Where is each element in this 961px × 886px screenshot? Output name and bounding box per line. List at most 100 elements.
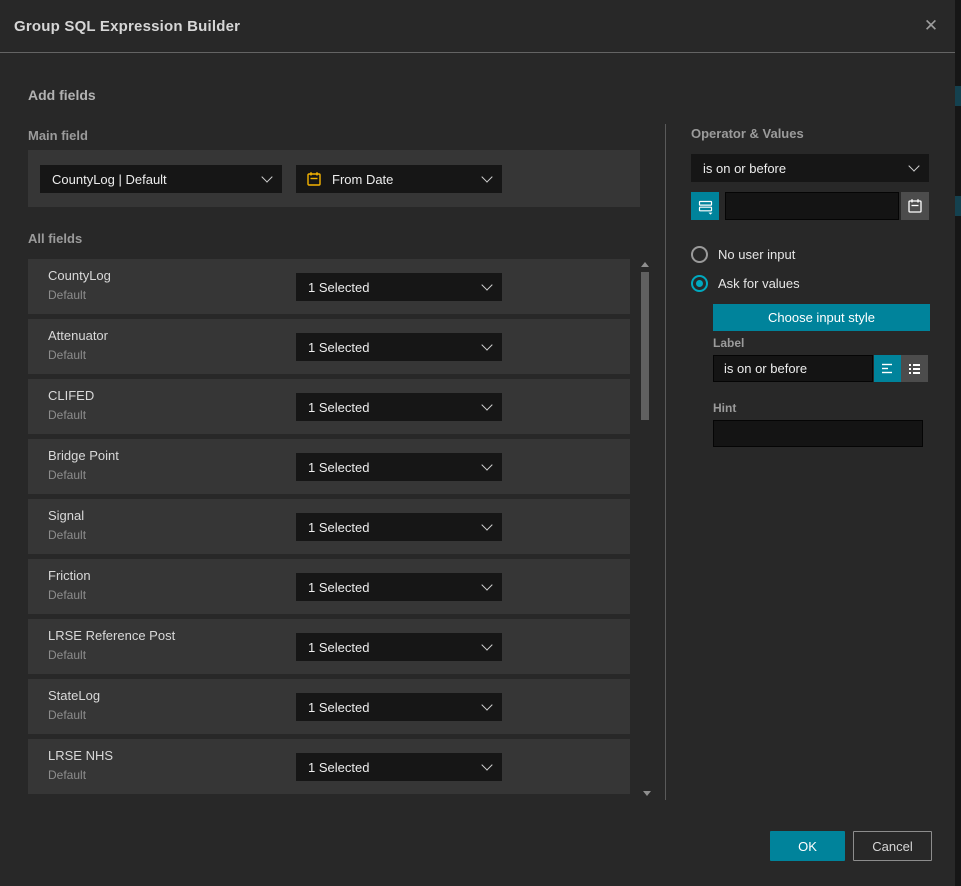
background-fragment [955, 196, 961, 216]
align-left-style-button[interactable] [874, 355, 901, 382]
operator-values-label: Operator & Values [691, 126, 804, 141]
scrollbar-thumb[interactable] [641, 272, 649, 420]
dialog-titlebar: Group SQL Expression Builder ✕ [0, 0, 955, 53]
cancel-button[interactable]: Cancel [853, 831, 932, 861]
field-selection-dropdown[interactable]: 1 Selected [296, 333, 502, 361]
close-icon[interactable]: ✕ [919, 14, 943, 38]
field-row: Friction Default 1 Selected [28, 559, 630, 614]
radio-ask-for-values[interactable]: Ask for values [691, 275, 800, 292]
field-row: CLIFED Default 1 Selected [28, 379, 630, 434]
radio-label: Ask for values [718, 276, 800, 291]
main-field-value: From Date [332, 172, 393, 187]
field-selection-dropdown[interactable]: 1 Selected [296, 273, 502, 301]
radio-no-user-input[interactable]: No user input [691, 246, 795, 263]
field-name: LRSE NHS [48, 748, 113, 763]
chevron-down-icon [481, 339, 492, 350]
chevron-down-icon [481, 519, 492, 530]
main-field-label: Main field [28, 128, 88, 143]
hint-field-label: Hint [713, 401, 736, 415]
field-layer: Default [48, 348, 86, 362]
field-row: LRSE NHS Default 1 Selected [28, 739, 630, 794]
value-input[interactable] [725, 192, 899, 220]
main-field-panel: CountyLog | Default From Date [28, 150, 640, 207]
main-layer-dropdown[interactable]: CountyLog | Default [40, 165, 282, 193]
field-layer: Default [48, 708, 86, 722]
align-left-icon [880, 361, 895, 376]
chevron-down-icon [481, 171, 492, 182]
field-row: LRSE Reference Post Default 1 Selected [28, 619, 630, 674]
field-name: StateLog [48, 688, 100, 703]
field-row: Signal Default 1 Selected [28, 499, 630, 554]
field-name: LRSE Reference Post [48, 628, 175, 643]
radio-selected-icon [691, 275, 708, 292]
main-layer-value: CountyLog | Default [52, 172, 167, 187]
field-selection-dropdown[interactable]: 1 Selected [296, 633, 502, 661]
field-selection-dropdown[interactable]: 1 Selected [296, 753, 502, 781]
chevron-down-icon [481, 399, 492, 410]
chevron-down-icon [481, 579, 492, 590]
selected-count: 1 Selected [308, 760, 369, 775]
field-layer: Default [48, 468, 86, 482]
calendar-icon [907, 198, 923, 214]
chevron-down-icon [481, 639, 492, 650]
field-layer: Default [48, 408, 86, 422]
selected-count: 1 Selected [308, 460, 369, 475]
add-fields-heading: Add fields [28, 87, 96, 103]
dialog-title: Group SQL Expression Builder [14, 18, 240, 35]
field-selection-dropdown[interactable]: 1 Selected [296, 393, 502, 421]
field-selection-dropdown[interactable]: 1 Selected [296, 693, 502, 721]
field-layer: Default [48, 768, 86, 782]
field-layer: Default [48, 588, 86, 602]
field-row: CountyLog Default 1 Selected [28, 259, 630, 314]
input-type-button[interactable] [691, 192, 719, 220]
selected-count: 1 Selected [308, 580, 369, 595]
radio-icon [691, 246, 708, 263]
input-type-icon [697, 198, 714, 215]
field-name: Bridge Point [48, 448, 119, 463]
hint-input[interactable] [713, 420, 923, 447]
field-name: Attenuator [48, 328, 108, 343]
chevron-down-icon [481, 759, 492, 770]
selected-count: 1 Selected [308, 280, 369, 295]
chevron-down-icon [481, 459, 492, 470]
field-name: Friction [48, 568, 91, 583]
field-layer: Default [48, 528, 86, 542]
scroll-down-arrow-icon[interactable] [643, 791, 651, 796]
date-picker-button[interactable] [901, 192, 929, 220]
field-selection-dropdown[interactable]: 1 Selected [296, 513, 502, 541]
field-row: Attenuator Default 1 Selected [28, 319, 630, 374]
all-fields-list: CountyLog Default 1 Selected Attenuator … [28, 259, 630, 794]
field-name: CountyLog [48, 268, 111, 283]
ok-button[interactable]: OK [770, 831, 845, 861]
operator-value: is on or before [703, 161, 786, 176]
operator-dropdown[interactable]: is on or before [691, 154, 929, 182]
field-selection-dropdown[interactable]: 1 Selected [296, 453, 502, 481]
label-input[interactable] [713, 355, 873, 382]
background-app-edge [955, 0, 961, 886]
list-icon [907, 361, 922, 376]
field-row: StateLog Default 1 Selected [28, 679, 630, 734]
label-field-label: Label [713, 336, 744, 350]
main-field-dropdown[interactable]: From Date [296, 165, 502, 193]
selected-count: 1 Selected [308, 520, 369, 535]
all-fields-label: All fields [28, 231, 82, 246]
selected-count: 1 Selected [308, 640, 369, 655]
chevron-down-icon [261, 171, 272, 182]
chevron-down-icon [481, 279, 492, 290]
selected-count: 1 Selected [308, 340, 369, 355]
list-style-button[interactable] [901, 355, 928, 382]
radio-label: No user input [718, 247, 795, 262]
field-selection-dropdown[interactable]: 1 Selected [296, 573, 502, 601]
panel-divider [665, 124, 666, 800]
scroll-up-arrow-icon[interactable] [641, 262, 649, 267]
field-name: Signal [48, 508, 84, 523]
chevron-down-icon [481, 699, 492, 710]
chevron-down-icon [908, 160, 919, 171]
choose-input-style-button[interactable]: Choose input style [713, 304, 930, 331]
field-row: Bridge Point Default 1 Selected [28, 439, 630, 494]
group-sql-expression-builder-dialog: Group SQL Expression Builder ✕ Add field… [0, 0, 961, 886]
field-layer: Default [48, 648, 86, 662]
selected-count: 1 Selected [308, 400, 369, 415]
selected-count: 1 Selected [308, 700, 369, 715]
background-fragment [955, 86, 961, 106]
